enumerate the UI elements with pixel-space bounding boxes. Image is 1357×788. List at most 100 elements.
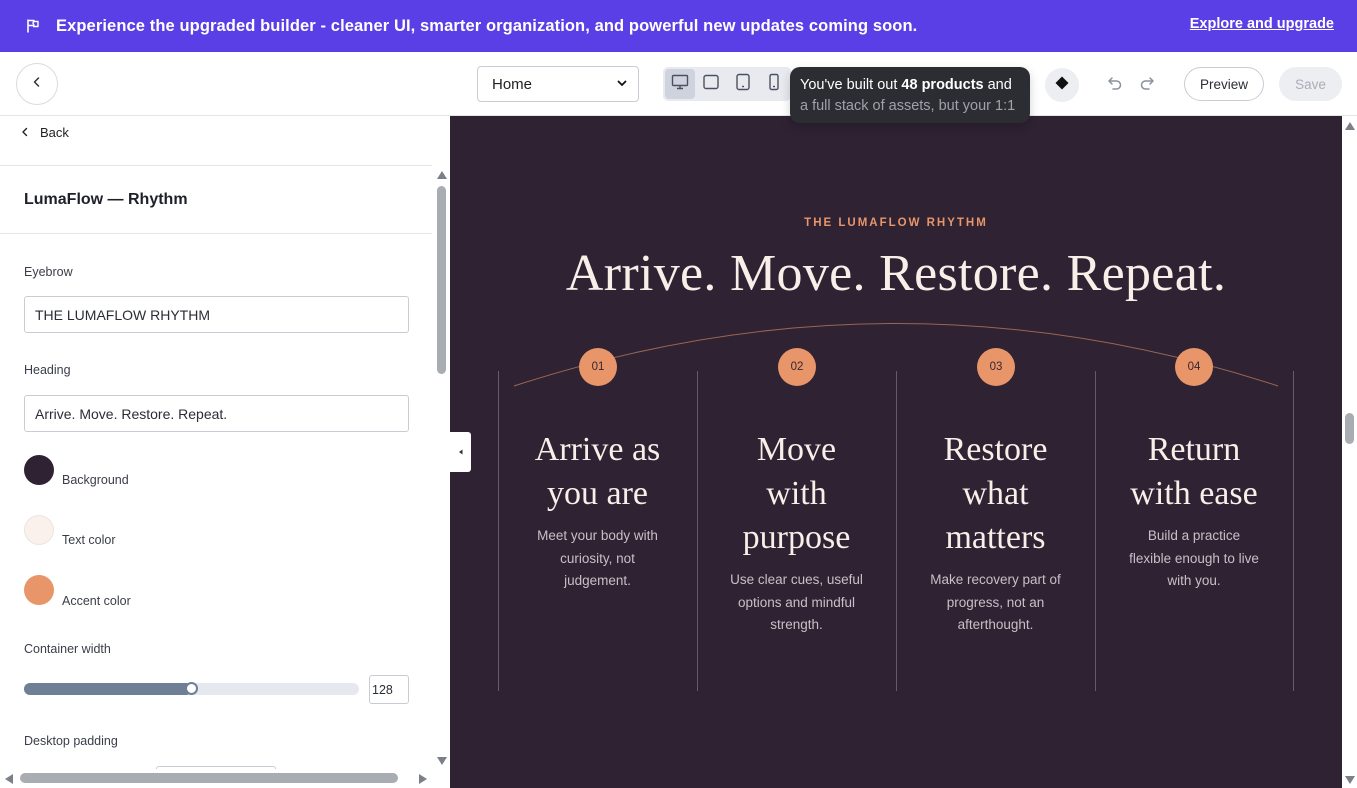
step-body-line: progress, not an <box>946 594 1045 610</box>
settings-panel: Back LumaFlow — Rhythm Eyebrow THE LUMAF… <box>0 116 450 788</box>
step-title: Return with ease <box>1095 428 1293 516</box>
step-body-line: flexible enough to live <box>1129 550 1259 566</box>
save-button[interactable]: Save <box>1279 67 1342 101</box>
banner-message: Experience the upgraded builder - cleane… <box>56 16 918 35</box>
tooltip-line-2: a full stack of assets, but your 1:1 <box>800 98 1016 114</box>
text-color-swatch[interactable] <box>24 515 54 545</box>
tablet-landscape-icon <box>702 74 720 95</box>
page-select[interactable]: Home <box>477 66 639 102</box>
scroll-thumb[interactable] <box>1345 413 1354 444</box>
step-title-line: with ease <box>1130 475 1258 512</box>
step-description: Build a practice flexible enough to live… <box>1095 525 1293 593</box>
back-button[interactable] <box>16 63 58 105</box>
panel-horizontal-scrollbar[interactable] <box>0 769 433 788</box>
container-width-input[interactable]: 128 <box>369 675 409 704</box>
step-description: Meet your body with curiosity, not judge… <box>498 525 697 593</box>
step-body-line: Meet your body with <box>537 528 658 543</box>
tooltip-prefix: You've built out <box>800 77 902 93</box>
chevron-down-icon <box>616 76 628 93</box>
slider-fill <box>24 683 192 695</box>
scroll-thumb[interactable] <box>20 773 398 783</box>
step-title-line: what <box>962 475 1029 512</box>
tooltip-suffix: and <box>983 77 1012 93</box>
step-description: Make recovery part of progress, not an a… <box>896 569 1095 637</box>
step-body-line: with you. <box>1167 573 1221 588</box>
panel-divider <box>0 233 432 234</box>
diamond-icon <box>1054 75 1070 96</box>
tablet-landscape-view-button[interactable] <box>697 69 727 99</box>
step-number-badge: 03 <box>977 348 1015 386</box>
undo-icon <box>1106 74 1124 97</box>
step-title: Restore what matters <box>896 428 1095 560</box>
desktop-icon <box>671 74 689 95</box>
scroll-thumb[interactable] <box>437 186 446 374</box>
step-body-line: curiosity, not <box>560 550 635 566</box>
step-title-line: Return <box>1147 431 1241 468</box>
scroll-down-icon[interactable] <box>1345 776 1355 784</box>
panel-vertical-scrollbar[interactable] <box>433 116 450 768</box>
panel-back-label: Back <box>40 125 69 140</box>
preview-canvas[interactable]: THE LUMAFLOW RHYTHM Arrive. Move. Restor… <box>450 116 1342 788</box>
chevron-left-icon <box>31 75 43 93</box>
redo-button[interactable] <box>1136 74 1158 96</box>
scroll-up-icon[interactable] <box>437 171 447 179</box>
container-width-slider[interactable] <box>24 682 359 695</box>
step-title-line: with <box>766 475 827 512</box>
mobile-icon <box>768 73 780 96</box>
scroll-left-icon[interactable] <box>5 774 13 784</box>
desktop-padding-label: Desktop padding <box>24 734 118 748</box>
step-title-line: Arrive as <box>534 431 661 468</box>
text-color-label: Text color <box>62 533 116 547</box>
step-title-line: matters <box>945 519 1046 556</box>
scroll-down-icon[interactable] <box>437 757 447 765</box>
accent-color-swatch[interactable] <box>24 575 54 605</box>
tooltip-bold: 48 products <box>901 77 984 93</box>
container-width-label: Container width <box>24 642 111 656</box>
panel-divider <box>0 165 432 166</box>
step-body-line: Use clear cues, useful <box>730 572 863 587</box>
desktop-view-button[interactable] <box>665 69 695 99</box>
undo-button[interactable] <box>1104 74 1126 96</box>
step-body-line: judgement. <box>564 573 631 588</box>
product-count-tooltip: You've built out 48 products and a full … <box>790 67 1030 123</box>
background-color-label: Background <box>62 473 129 487</box>
preview-button[interactable]: Preview <box>1184 67 1264 101</box>
collapse-panel-button[interactable] <box>450 432 471 472</box>
eyebrow-input[interactable]: THE LUMAFLOW RHYTHM <box>24 296 409 333</box>
device-switcher <box>663 67 791 101</box>
flag-icon <box>24 17 42 35</box>
explore-upgrade-link[interactable]: Explore and upgrade <box>1190 16 1334 32</box>
step-body-line: strength. <box>770 617 823 632</box>
panel-back-link[interactable]: Back <box>20 125 69 140</box>
step-title-line: purpose <box>742 519 851 556</box>
step-number-badge: 01 <box>579 348 617 386</box>
ai-assistant-button[interactable] <box>1045 68 1079 102</box>
chevron-left-icon <box>20 125 30 140</box>
page-select-value: Home <box>492 75 533 93</box>
scroll-up-icon[interactable] <box>1345 122 1355 130</box>
caret-left-icon <box>457 443 465 461</box>
column-divider <box>1293 371 1294 691</box>
editor-toolbar: Home You've built out 48 products and a … <box>0 52 1357 123</box>
canvas-vertical-scrollbar[interactable] <box>1342 116 1357 788</box>
step-title: Move with purpose <box>697 428 896 560</box>
step-number-badge: 02 <box>778 348 816 386</box>
heading-label: Heading <box>24 363 71 377</box>
tablet-view-button[interactable] <box>728 69 758 99</box>
slider-handle[interactable] <box>185 682 198 695</box>
step-title-line: Move <box>756 431 837 468</box>
step-body-line: afterthought. <box>957 617 1034 632</box>
background-color-swatch[interactable] <box>24 455 54 485</box>
mobile-view-button[interactable] <box>760 69 790 99</box>
step-number-badge: 04 <box>1175 348 1213 386</box>
section-title: LumaFlow — Rhythm <box>24 191 188 208</box>
redo-icon <box>1138 74 1156 97</box>
tablet-icon <box>735 73 751 96</box>
heading-input[interactable]: Arrive. Move. Restore. Repeat. <box>24 395 409 432</box>
step-title-line: you are <box>546 475 648 512</box>
upgrade-banner: Experience the upgraded builder - cleane… <box>0 0 1357 52</box>
step-body-line: Make recovery part of <box>930 572 1061 587</box>
tooltip-line-1: You've built out 48 products and <box>800 75 1020 96</box>
step-title: Arrive as you are <box>498 428 697 516</box>
scroll-right-icon[interactable] <box>419 774 427 784</box>
